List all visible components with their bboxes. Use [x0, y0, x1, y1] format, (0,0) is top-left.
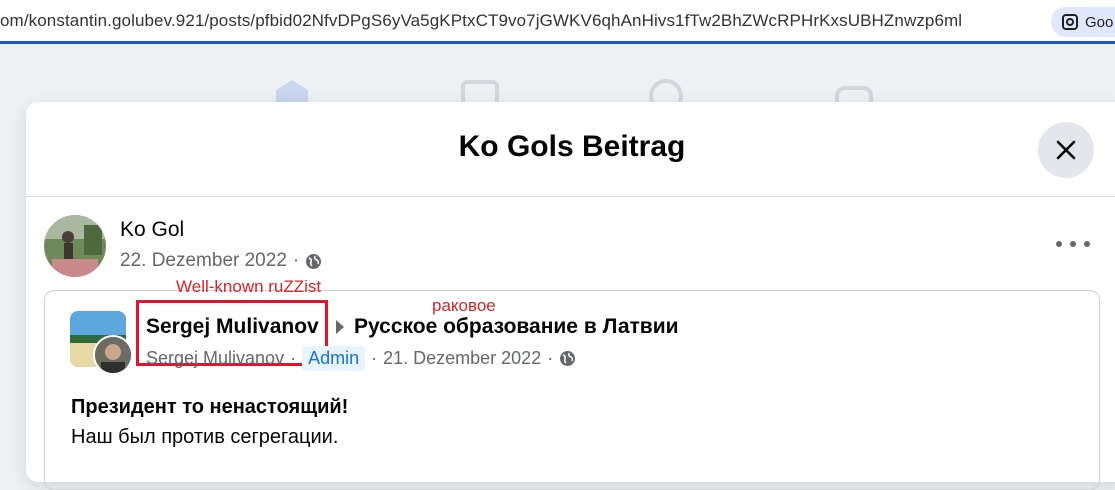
group-name[interactable]: Русское образование в Латвии: [354, 315, 679, 339]
avatar-photo: [44, 215, 106, 277]
post-meta: 22. Dezember 2022 ·: [120, 250, 322, 272]
lens-label: Goo: [1085, 13, 1114, 31]
admin-badge: Admin: [302, 346, 366, 371]
shared-date[interactable]: 21. Dezember 2022: [383, 348, 541, 369]
author-name[interactable]: Ko Gol: [120, 218, 184, 242]
modal-divider: [26, 196, 1115, 197]
globe-icon: [560, 351, 576, 366]
post-text-line-2: Наш был против сегрегации.: [71, 426, 339, 448]
browser-address-bar[interactable]: om/konstantin.golubev.921/posts/pfbid02N…: [0, 0, 1115, 44]
modal-title: Ko Gols Beitrag: [458, 130, 686, 163]
shared-author-name[interactable]: Sergej Mulivanov: [146, 315, 319, 339]
caret-right-icon: [336, 320, 344, 334]
annotation-author-label: Well-known ruZZist: [176, 277, 322, 296]
close-icon: [1056, 140, 1076, 160]
close-button[interactable]: [1038, 122, 1094, 178]
shared-author-avatar[interactable]: [93, 335, 133, 375]
google-lens-chip[interactable]: Goo: [1051, 7, 1115, 37]
post-modal: Ko Gols Beitrag Ko Gol 22. Dezember 2022…: [26, 102, 1115, 490]
post-text-line-1: Президент то ненастоящий!: [71, 396, 349, 418]
meta-separator: ·: [290, 348, 297, 368]
meta-separator: ·: [547, 348, 554, 368]
meta-separator: ·: [292, 250, 300, 271]
more-dot-icon: [1056, 241, 1062, 247]
more-dot-icon: [1084, 241, 1090, 247]
annotation-group-label: раковое: [432, 296, 496, 315]
more-dot-icon: [1070, 241, 1076, 247]
shared-sub-author[interactable]: Sergej Mulivanov: [146, 348, 284, 369]
shared-author-photo: [95, 337, 131, 373]
meta-separator: ·: [371, 348, 378, 368]
post-date[interactable]: 22. Dezember 2022: [120, 250, 287, 272]
more-options-button[interactable]: [1056, 232, 1090, 256]
globe-icon: [306, 253, 322, 269]
shared-meta: Sergej Mulivanov · Admin · 21. Dezember …: [146, 346, 576, 371]
author-avatar[interactable]: [44, 215, 106, 277]
lens-icon: [1062, 14, 1078, 30]
url-text[interactable]: om/konstantin.golubev.921/posts/pfbid02N…: [0, 11, 962, 31]
